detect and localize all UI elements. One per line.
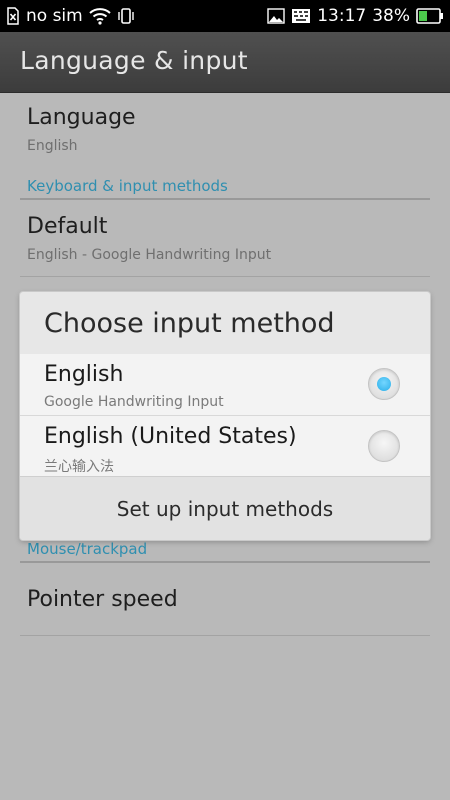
clock-text: 13:17	[317, 6, 367, 26]
status-bar: no sim 13:17 38%	[0, 0, 450, 32]
status-left: no sim	[6, 0, 135, 32]
image-icon	[267, 8, 285, 24]
list-divider	[20, 635, 430, 636]
wifi-icon	[89, 7, 111, 25]
category-keyboard-input: Keyboard & input methods	[27, 177, 228, 195]
action-bar: Language & input	[0, 32, 450, 93]
battery-percent: 38%	[372, 6, 410, 26]
option-label: English	[44, 362, 124, 387]
radio-button[interactable]	[368, 430, 400, 462]
option-summary: Google Handwriting Input	[44, 394, 224, 410]
carrier-text: no sim	[26, 6, 83, 26]
option-summary: 兰心输入法	[44, 459, 114, 475]
language-summary: English	[27, 138, 78, 154]
status-right: 13:17 38%	[267, 0, 444, 32]
language-title: Language	[27, 105, 136, 130]
vibrate-icon	[117, 7, 135, 25]
page-title: Language & input	[20, 46, 248, 75]
language-setting[interactable]: Language English	[27, 105, 136, 154]
default-title: Default	[27, 214, 108, 239]
radio-button-selected[interactable]	[368, 368, 400, 400]
category-divider	[20, 198, 430, 200]
keyboard-icon	[291, 8, 311, 24]
category-mouse-trackpad: Mouse/trackpad	[27, 540, 148, 558]
setup-input-methods-button[interactable]: Set up input methods	[20, 476, 430, 540]
radio-dot-icon	[377, 377, 391, 391]
default-setting[interactable]: Default English - Google Handwriting Inp…	[27, 214, 271, 263]
input-method-option-english[interactable]: English Google Handwriting Input	[20, 354, 430, 415]
list-divider	[20, 276, 430, 277]
choose-input-method-dialog: Choose input method English Google Handw…	[20, 292, 430, 540]
pointer-speed-setting[interactable]: Pointer speed	[27, 587, 178, 612]
category-divider	[20, 561, 430, 563]
no-sim-icon	[6, 7, 20, 25]
pointer-speed-title: Pointer speed	[27, 587, 178, 612]
input-method-option-english-us[interactable]: English (United States) 兰心输入法	[20, 416, 430, 477]
dialog-title: Choose input method	[44, 308, 335, 339]
default-summary: English - Google Handwriting Input	[27, 247, 272, 263]
battery-icon	[416, 7, 444, 25]
option-label: English (United States)	[44, 424, 297, 449]
